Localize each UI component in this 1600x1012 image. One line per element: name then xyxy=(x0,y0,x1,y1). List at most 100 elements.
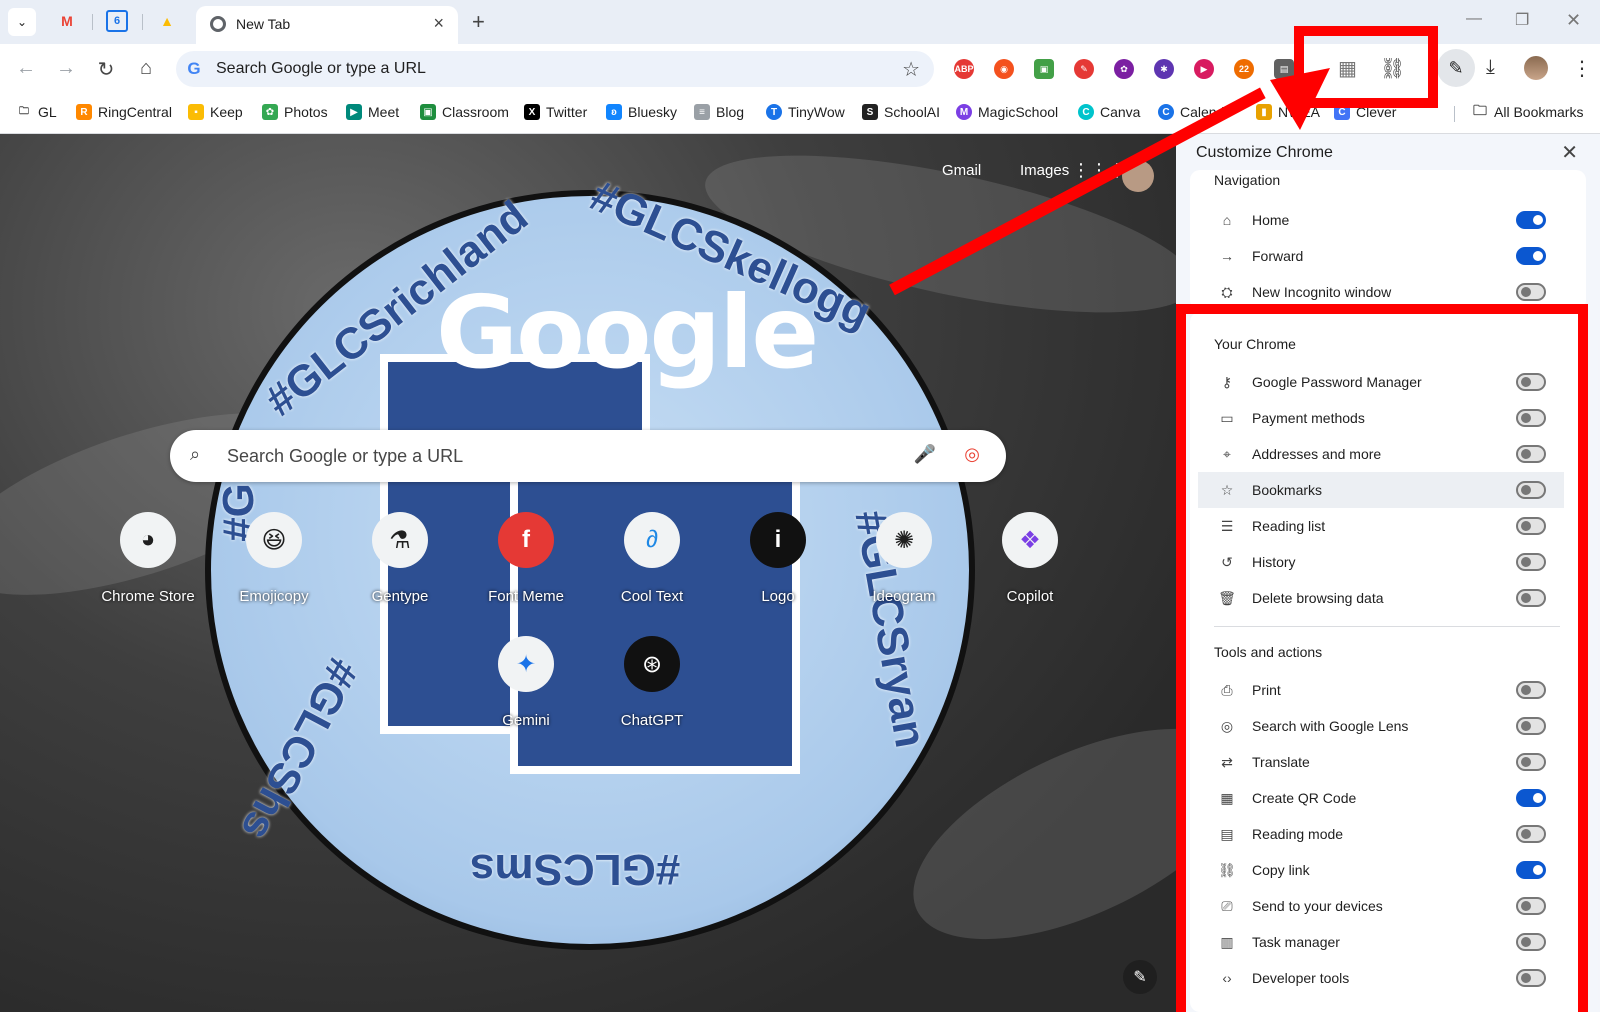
shortcut-label: ChatGPT xyxy=(620,712,684,729)
window-close-icon[interactable]: ✕ xyxy=(1566,10,1581,31)
blog-icon: ≡ xyxy=(694,104,710,120)
shortcut-tile[interactable]: ⚗ Gentype xyxy=(344,512,456,605)
bookmark-schoolai[interactable]: S SchoolAI xyxy=(862,104,940,120)
pencil-icon: ✎ xyxy=(1448,57,1464,78)
images-link[interactable]: Images xyxy=(1020,162,1069,179)
bookmark-magicschool[interactable]: M MagicSchool xyxy=(956,104,1058,120)
omnibox[interactable]: G Search Google or type a URL ☆ xyxy=(176,51,934,87)
annotation-box-panel xyxy=(1176,304,1588,1012)
bookmark-classroom[interactable]: ▣ Classroom xyxy=(420,104,509,120)
bookmark-keep[interactable]: ▪ Keep xyxy=(188,104,243,120)
all-bookmarks[interactable]: 🗀 All Bookmarks xyxy=(1472,102,1583,120)
shortcut-tile[interactable]: ❖ Copilot xyxy=(974,512,1086,605)
shortcut-tile[interactable]: ∂ Cool Text xyxy=(596,512,708,605)
pinned-tab-calendar[interactable]: 6 xyxy=(106,10,128,32)
shortcut-label: Chrome Store xyxy=(101,588,195,605)
pinned-tab-drive[interactable]: ▲ xyxy=(156,10,178,32)
extension-pen-icon[interactable]: ✎ xyxy=(1074,59,1094,79)
bookmark-label: Canva xyxy=(1100,104,1141,120)
tab-search-button[interactable]: ⌄ xyxy=(8,8,36,36)
extension-icon[interactable]: ✱ xyxy=(1154,59,1174,79)
home-icon[interactable]: ⌂ xyxy=(134,57,158,80)
shortcut-tile[interactable]: f Font Meme xyxy=(470,512,582,605)
incognito-toggle[interactable] xyxy=(1516,283,1546,301)
photos-icon: ✿ xyxy=(262,104,278,120)
shortcut-label: Ideogram xyxy=(872,588,936,605)
bookmark-photos[interactable]: ✿ Photos xyxy=(262,104,328,120)
google-lens-icon[interactable]: ◎ xyxy=(964,444,980,465)
new-tab-button[interactable]: + xyxy=(472,9,485,35)
copilot-icon: ❖ xyxy=(1002,512,1058,568)
toggle-row-forward[interactable]: → Forward xyxy=(1198,238,1564,274)
bookmark-twitter[interactable]: X Twitter xyxy=(524,104,587,120)
bookmark-label: Meet xyxy=(368,104,400,120)
omnibox-text[interactable]: Search Google or type a URL xyxy=(216,60,426,78)
bookmark-label: SchoolAI xyxy=(884,104,941,120)
folder-icon: 🗀 xyxy=(1473,102,1487,118)
shortcut-tile[interactable]: i Logo xyxy=(722,512,834,605)
chrome-store-icon: ◕ xyxy=(120,512,176,568)
close-tab-icon[interactable]: × xyxy=(433,13,444,34)
gmail-link[interactable]: Gmail xyxy=(942,162,981,179)
extension-icon[interactable]: ▣ xyxy=(1034,59,1054,79)
close-icon[interactable]: ✕ xyxy=(1561,140,1578,165)
ideogram-icon: ✺ xyxy=(876,512,932,568)
shortcut-tile[interactable]: 😆 Emojicopy xyxy=(218,512,330,605)
ntp-search-placeholder[interactable]: Search Google or type a URL xyxy=(227,446,463,467)
reload-icon[interactable]: ↻ xyxy=(94,57,118,82)
shortcut-label: Gemini xyxy=(502,712,550,729)
toggle-row-home[interactable]: ⌂ Home xyxy=(1198,202,1564,238)
pencil-icon: ✎ xyxy=(1133,969,1147,986)
customize-chrome-pencil-button[interactable]: ✎ xyxy=(1437,49,1475,87)
bookmark-canva[interactable]: C Canva xyxy=(1078,104,1140,120)
forward-icon[interactable]: → xyxy=(54,57,78,80)
flask-icon: ⚗ xyxy=(372,512,428,568)
emoji-icon: 😆 xyxy=(246,512,302,568)
bookmark-blog[interactable]: ≡ Blog xyxy=(694,104,744,120)
panel-title: Customize Chrome xyxy=(1196,144,1333,161)
bookmark-tinywow[interactable]: T TinyWow xyxy=(766,104,845,120)
ntp-search-box[interactable]: ⌕ Search Google or type a URL 🎤 ◎ xyxy=(170,430,1006,482)
extension-color-icon[interactable]: ✿ xyxy=(1114,59,1134,79)
cool-text-icon: ∂ xyxy=(624,512,680,568)
bookmark-bluesky[interactable]: ʚ Bluesky xyxy=(606,104,677,120)
folder-icon: 🗀 xyxy=(19,105,29,117)
row-label: Forward xyxy=(1252,248,1304,264)
bookmark-ringcentral[interactable]: R RingCentral xyxy=(76,104,172,120)
shortcut-tile[interactable]: ◕ Chrome Store xyxy=(92,512,204,605)
section-title-navigation: Navigation xyxy=(1214,172,1281,188)
restore-icon[interactable]: ❐ xyxy=(1515,10,1529,30)
forward-toggle[interactable] xyxy=(1516,247,1546,265)
shortcut-label: Font Meme xyxy=(488,588,564,605)
shortcut-tile[interactable]: ⊛ ChatGPT xyxy=(596,636,708,729)
minimize-icon[interactable]: — xyxy=(1466,10,1482,28)
microphone-icon[interactable]: 🎤 xyxy=(914,444,936,465)
pinned-tab-gmail[interactable]: M xyxy=(56,10,78,32)
ring-text: #GLCSms xyxy=(470,845,681,894)
shortcut-tile[interactable]: ✺ Ideogram xyxy=(848,512,960,605)
tab-title: New Tab xyxy=(236,16,291,32)
download-icon[interactable]: ⤓ xyxy=(1486,56,1495,79)
keep-icon: ▪ xyxy=(188,104,204,120)
classroom-icon: ▣ xyxy=(420,104,436,120)
shortcut-tile[interactable]: ✦ Gemini xyxy=(470,636,582,729)
shortcut-label: Logo xyxy=(761,588,795,605)
tab-separator xyxy=(142,14,143,30)
extension-adblock-icon[interactable]: ABP xyxy=(954,59,974,79)
tab-new-tab[interactable]: New Tab × xyxy=(196,6,458,44)
customize-edit-button[interactable]: ✎ xyxy=(1123,960,1157,994)
bookmark-label: MagicSchool xyxy=(978,104,1059,120)
extension-icon[interactable]: ◉ xyxy=(994,59,1014,79)
chrome-icon xyxy=(210,16,226,32)
profile-avatar[interactable] xyxy=(1524,56,1548,80)
menu-dots-icon[interactable]: ⋮ xyxy=(1572,56,1592,81)
shortcut-label: Copilot xyxy=(1006,588,1054,605)
bookmark-star-icon[interactable]: ☆ xyxy=(902,57,920,82)
bookmark-gl[interactable]: 🗀 GL xyxy=(16,104,57,120)
bookmark-meet[interactable]: ▶ Meet xyxy=(346,104,399,120)
incognito-icon: ⛭ xyxy=(1221,283,1233,300)
extension-play-icon[interactable]: ▶ xyxy=(1194,59,1214,79)
canva-icon: C xyxy=(1078,104,1094,120)
back-icon[interactable]: ← xyxy=(14,57,38,80)
home-toggle[interactable] xyxy=(1516,211,1546,229)
